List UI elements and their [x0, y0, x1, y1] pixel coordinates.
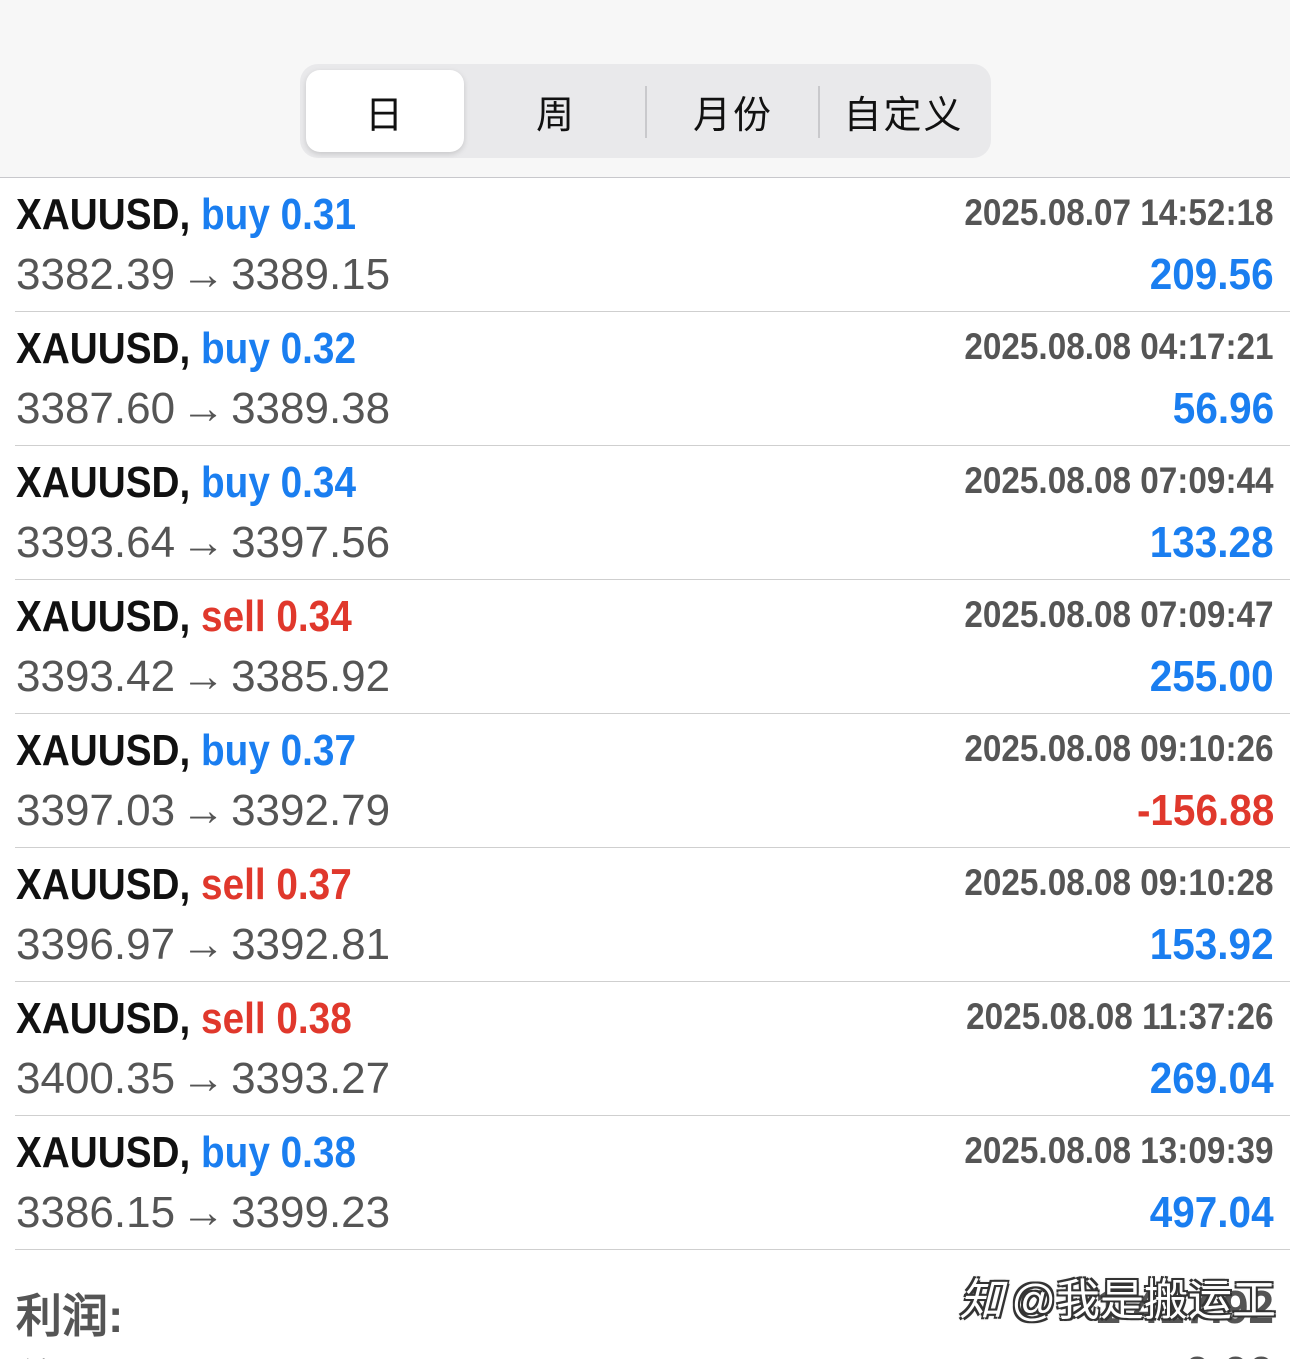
trade-row[interactable]: XAUUSD, buy 0.32 2025.08.08 04:17:21 3387.… — [0, 312, 1290, 446]
close-price: 3392.81 — [231, 920, 391, 969]
trade-row[interactable]: XAUUSD, buy 0.37 2025.08.08 09:10:26 3397.… — [0, 714, 1290, 848]
arrow-icon: → — [181, 1054, 226, 1103]
open-price: 3387.60 — [16, 384, 176, 433]
tab-separator — [818, 86, 820, 138]
open-price: 3397.03 — [16, 786, 176, 835]
trade-prices: 3397.03 → 3392.79 — [16, 786, 390, 836]
zhihu-icon: 知 — [959, 1276, 1004, 1325]
trade-prices: 3386.15 → 3399.23 — [16, 1188, 390, 1238]
close-price: 3399.23 — [231, 1188, 391, 1237]
watermark: 知 @我是搬运工 — [959, 1264, 1276, 1328]
trade-title: XAUUSD, sell 0.37 — [16, 860, 352, 910]
open-price: 3393.42 — [16, 652, 176, 701]
close-price: 3393.27 — [231, 1054, 391, 1103]
open-price: 3396.97 — [16, 920, 176, 969]
trade-row[interactable]: XAUUSD, sell 0.38 2025.08.08 11:37:26 3400… — [0, 982, 1290, 1116]
trade-title: XAUUSD, buy 0.37 — [16, 726, 356, 776]
trade-profit: 255.00 — [1150, 652, 1274, 701]
trade-symbol: XAUUSD, — [16, 324, 191, 373]
header: 日 周 月份 自定义 — [0, 0, 1290, 178]
trade-time: 2025.08.08 04:17:21 — [964, 326, 1274, 367]
trade-side-volume: buy 0.32 — [201, 324, 356, 373]
trade-symbol: XAUUSD, — [16, 1128, 191, 1177]
arrow-icon: → — [181, 920, 226, 969]
trade-prices: 3396.97 → 3392.81 — [16, 920, 390, 970]
credit-label: 信用: — [16, 1346, 123, 1359]
open-price: 3393.64 — [16, 518, 176, 567]
trade-profit: 133.28 — [1150, 518, 1274, 567]
trade-time: 2025.08.08 07:09:47 — [964, 594, 1274, 635]
trade-time: 2025.08.08 09:10:28 — [964, 862, 1274, 903]
arrow-icon: → — [181, 1188, 226, 1237]
tab-day[interactable]: 日 — [306, 70, 464, 152]
trade-row[interactable]: XAUUSD, sell 0.34 2025.08.08 07:09:47 3393… — [0, 580, 1290, 714]
tab-month[interactable]: 月份 — [649, 70, 817, 152]
trade-symbol: XAUUSD, — [16, 190, 191, 239]
trade-profit: 56.96 — [1172, 384, 1274, 433]
trade-symbol: XAUUSD, — [16, 994, 191, 1043]
tab-custom[interactable]: 自定义 — [822, 70, 985, 152]
trade-prices: 3387.60 → 3389.38 — [16, 384, 390, 434]
trade-side-volume: sell 0.34 — [201, 592, 352, 641]
trade-prices: 3393.42 → 3385.92 — [16, 652, 390, 702]
trade-time: 2025.08.08 11:37:26 — [966, 996, 1274, 1037]
trade-symbol: XAUUSD, — [16, 726, 191, 775]
arrow-icon: → — [181, 652, 226, 701]
row-divider — [15, 1249, 1290, 1250]
arrow-icon: → — [181, 518, 226, 567]
trade-title: XAUUSD, buy 0.34 — [16, 458, 356, 508]
trade-title: XAUUSD, buy 0.31 — [16, 190, 356, 240]
trade-time: 2025.08.08 09:10:26 — [964, 728, 1274, 769]
trade-title: XAUUSD, sell 0.34 — [16, 592, 352, 642]
close-price: 3397.56 — [231, 518, 391, 567]
open-price: 3400.35 — [16, 1054, 176, 1103]
trade-side-volume: buy 0.38 — [201, 1128, 356, 1177]
close-price: 3389.15 — [231, 250, 391, 299]
trade-title: XAUUSD, sell 0.38 — [16, 994, 352, 1044]
trade-side-volume: buy 0.31 — [201, 190, 356, 239]
trade-row[interactable]: XAUUSD, buy 0.31 2025.08.07 14:52:18 3382.… — [0, 178, 1290, 312]
trade-side-volume: buy 0.34 — [201, 458, 356, 507]
tab-week[interactable]: 周 — [470, 70, 642, 152]
trade-row[interactable]: XAUUSD, buy 0.34 2025.08.08 07:09:44 3393.… — [0, 446, 1290, 580]
trade-prices: 3393.64 → 3397.56 — [16, 518, 390, 568]
trade-symbol: XAUUSD, — [16, 458, 191, 507]
open-price: 3382.39 — [16, 250, 176, 299]
trade-row[interactable]: XAUUSD, sell 0.37 2025.08.08 09:10:28 3396… — [0, 848, 1290, 982]
arrow-icon: → — [181, 250, 226, 299]
trade-side-volume: sell 0.38 — [201, 994, 352, 1043]
arrow-icon: → — [181, 384, 226, 433]
trade-profit: -156.88 — [1136, 786, 1274, 835]
trade-side-volume: buy 0.37 — [201, 726, 356, 775]
trade-profit: 209.56 — [1150, 250, 1274, 299]
trade-row[interactable]: XAUUSD, buy 0.38 2025.08.08 13:09:39 3386.… — [0, 1116, 1290, 1250]
trade-time: 2025.08.08 07:09:44 — [964, 460, 1274, 501]
period-segmented-control: 日 周 月份 自定义 — [300, 64, 991, 158]
watermark-text: @我是搬运工 — [1011, 1276, 1276, 1325]
open-price: 3386.15 — [16, 1188, 176, 1237]
trade-profit: 497.04 — [1150, 1188, 1274, 1237]
close-price: 3389.38 — [231, 384, 391, 433]
profit-label: 利润: — [16, 1290, 124, 1342]
trade-prices: 3400.35 → 3393.27 — [16, 1054, 390, 1104]
trade-prices: 3382.39 → 3389.15 — [16, 250, 390, 300]
close-price: 3385.92 — [231, 652, 391, 701]
close-price: 3392.79 — [231, 786, 391, 835]
arrow-icon: → — [181, 786, 226, 835]
credit-value: 0.00 — [1184, 1346, 1274, 1359]
trade-side-volume: sell 0.37 — [201, 860, 352, 909]
trade-title: XAUUSD, buy 0.38 — [16, 1128, 356, 1178]
trade-symbol: XAUUSD, — [16, 592, 191, 641]
tab-separator — [645, 86, 647, 138]
trade-history-list: XAUUSD, buy 0.31 2025.08.07 14:52:18 3382.… — [0, 178, 1290, 1250]
trade-profit: 269.04 — [1150, 1054, 1274, 1103]
trade-profit: 153.92 — [1150, 920, 1274, 969]
trade-title: XAUUSD, buy 0.32 — [16, 324, 356, 374]
trade-time: 2025.08.07 14:52:18 — [964, 192, 1274, 233]
trade-symbol: XAUUSD, — [16, 860, 191, 909]
trade-time: 2025.08.08 13:09:39 — [964, 1130, 1274, 1171]
